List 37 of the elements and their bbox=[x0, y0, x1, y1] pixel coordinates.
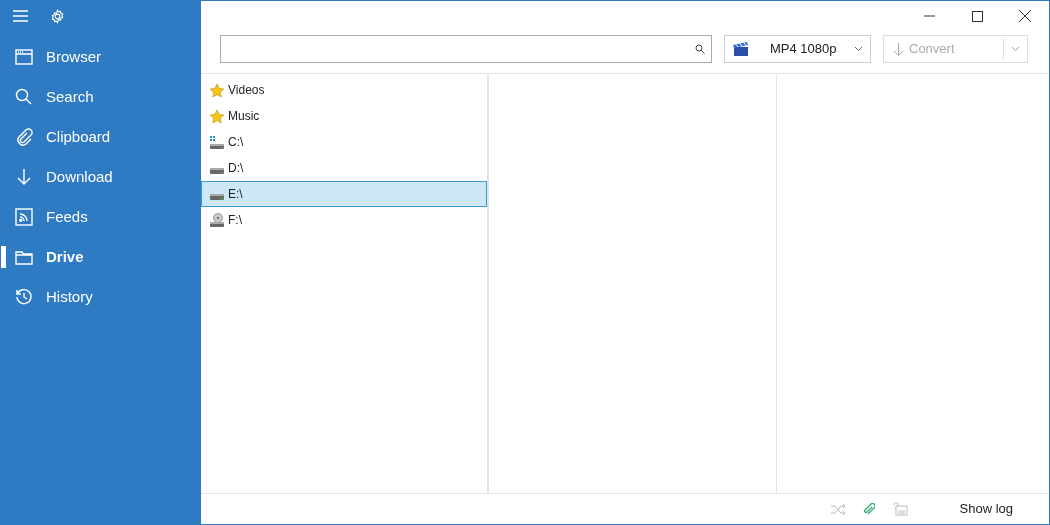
history-icon bbox=[14, 287, 34, 307]
system-drive-icon bbox=[209, 134, 225, 150]
search-field[interactable] bbox=[220, 35, 712, 63]
location-item[interactable]: F:\ bbox=[201, 207, 487, 233]
maximize-icon[interactable] bbox=[972, 10, 983, 22]
arrow-down-icon bbox=[894, 42, 903, 56]
search-icon bbox=[695, 44, 705, 54]
format-dropdown[interactable]: MP4 1080p bbox=[724, 35, 871, 63]
hard-drive-icon bbox=[210, 168, 224, 174]
nav-item[interactable]: Feeds bbox=[46, 205, 88, 229]
show-log-button[interactable]: Show log bbox=[959, 499, 1013, 519]
format-label: MP4 1080p bbox=[770, 40, 838, 59]
location-item[interactable]: E:\ bbox=[201, 181, 487, 207]
nav-item[interactable]: Search bbox=[46, 85, 94, 109]
film-clapper-icon bbox=[733, 42, 749, 56]
shuffle-icon[interactable] bbox=[830, 503, 845, 515]
feeds-icon bbox=[14, 207, 34, 227]
paperclip-icon[interactable] bbox=[862, 502, 875, 516]
location-item[interactable]: Videos bbox=[201, 77, 487, 103]
nav-item[interactable]: History bbox=[46, 285, 93, 309]
location-item[interactable]: D:\ bbox=[201, 155, 487, 181]
settings-icon[interactable] bbox=[50, 8, 65, 24]
star-icon bbox=[209, 82, 225, 98]
hard-drive-icon bbox=[210, 194, 224, 200]
chevron-down-icon bbox=[855, 47, 862, 51]
location-item[interactable]: Music bbox=[201, 103, 487, 129]
search-icon bbox=[14, 87, 34, 107]
menu-icon[interactable] bbox=[13, 10, 28, 22]
nav-item[interactable]: Browser bbox=[46, 45, 101, 69]
nav-item[interactable]: Download bbox=[46, 165, 113, 189]
nav-item[interactable]: Clipboard bbox=[46, 125, 111, 149]
nav-item[interactable]: Drive bbox=[46, 245, 84, 269]
location-item[interactable]: C:\ bbox=[201, 129, 487, 155]
browser-icon bbox=[14, 47, 34, 67]
star-icon bbox=[209, 108, 225, 124]
optical-drive-icon bbox=[209, 212, 225, 228]
close-icon[interactable] bbox=[1019, 10, 1031, 22]
